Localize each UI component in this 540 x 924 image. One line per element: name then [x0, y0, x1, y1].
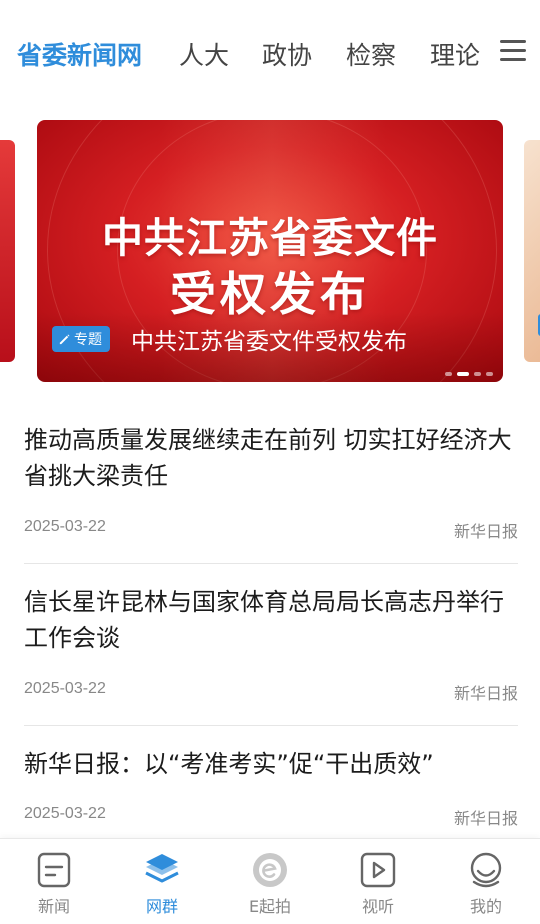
- bottom-nav-label: 我的: [469, 897, 502, 916]
- news-meta: 2025-03-22 新华日报: [24, 805, 518, 828]
- banner-carousel[interactable]: 中共江苏省委文件 受权发布 专题 中共江苏省委文件受权发布: [0, 118, 540, 384]
- previous-slide-peek[interactable]: [0, 140, 15, 362]
- news-meta: 2025-03-22 新华日报: [24, 518, 518, 541]
- carousel-dot: [486, 372, 493, 376]
- hamburger-menu-icon[interactable]: [498, 38, 528, 64]
- news-title[interactable]: 信长星许昆林与国家体育总局局长高志丹举行工作会谈: [24, 584, 518, 656]
- bottom-nav-label: 视听: [361, 897, 394, 916]
- bottom-navigation-bar: 新闻 网群 E起拍 视听 我的: [0, 838, 540, 924]
- bottom-nav-video[interactable]: 视听: [324, 839, 432, 924]
- tab-peoples-congress[interactable]: 人大: [179, 36, 229, 72]
- news-date: 2025-03-22: [24, 680, 106, 697]
- bottom-nav-label: 网群: [145, 897, 178, 916]
- topic-badge-label: 专题: [74, 332, 102, 348]
- tab-provincial-news[interactable]: 省委新闻网: [17, 36, 142, 72]
- bottom-nav-mine[interactable]: 我的: [432, 839, 540, 924]
- banner-image-headline: 中共江苏省委文件: [102, 214, 438, 262]
- news-title[interactable]: 推动高质量发展继续走在前列 切实扛好经济大省挑大梁责任: [24, 422, 518, 494]
- divider: [24, 725, 518, 726]
- topic-badge: 专题: [52, 326, 110, 352]
- news-document-icon: [37, 852, 71, 888]
- carousel-dot: [474, 372, 481, 376]
- news-source: 新华日报: [453, 684, 518, 703]
- bottom-nav-news[interactable]: 新闻: [0, 839, 108, 924]
- news-date: 2025-03-22: [24, 518, 106, 535]
- news-source: 新华日报: [453, 522, 518, 541]
- tab-theory[interactable]: 理论: [430, 36, 480, 72]
- play-video-icon: [360, 852, 396, 888]
- banner-slide[interactable]: 中共江苏省委文件 受权发布 专题 中共江苏省委文件受权发布: [37, 120, 503, 382]
- edit-icon: [59, 333, 70, 344]
- news-source: 新华日报: [453, 809, 518, 828]
- tab-cppcc[interactable]: 政协: [262, 36, 312, 72]
- bottom-nav-e-shoot[interactable]: E起拍: [216, 839, 324, 924]
- news-item[interactable]: 信长星许昆林与国家体育总局局长高志丹举行工作会谈: [24, 584, 518, 656]
- user-profile-icon: [470, 852, 502, 888]
- bottom-nav-label: 新闻: [37, 897, 70, 916]
- carousel-dot-active: [457, 372, 469, 376]
- carousel-dot: [445, 372, 452, 376]
- channel-tab-bar: 省委新闻网 人大 政协 检察 理论: [0, 0, 540, 104]
- tab-procuratorate[interactable]: 检察: [346, 36, 396, 72]
- news-date: 2025-03-22: [24, 805, 106, 822]
- layers-icon: [145, 854, 179, 883]
- bottom-nav-label: E起拍: [248, 897, 292, 916]
- e-camera-icon: [253, 853, 287, 887]
- carousel-indicator: [445, 372, 493, 376]
- bottom-nav-network[interactable]: 网群: [108, 839, 216, 924]
- divider: [24, 563, 518, 564]
- news-title[interactable]: 新华日报：以“考准考实”促“干出质效”: [24, 746, 518, 782]
- news-meta: 2025-03-22 新华日报: [24, 680, 518, 703]
- news-item[interactable]: 新华日报：以“考准考实”促“干出质效”: [24, 746, 518, 782]
- banner-caption: 中共江苏省委文件受权发布: [131, 329, 407, 355]
- news-item[interactable]: 推动高质量发展继续走在前列 切实扛好经济大省挑大梁责任: [24, 422, 518, 494]
